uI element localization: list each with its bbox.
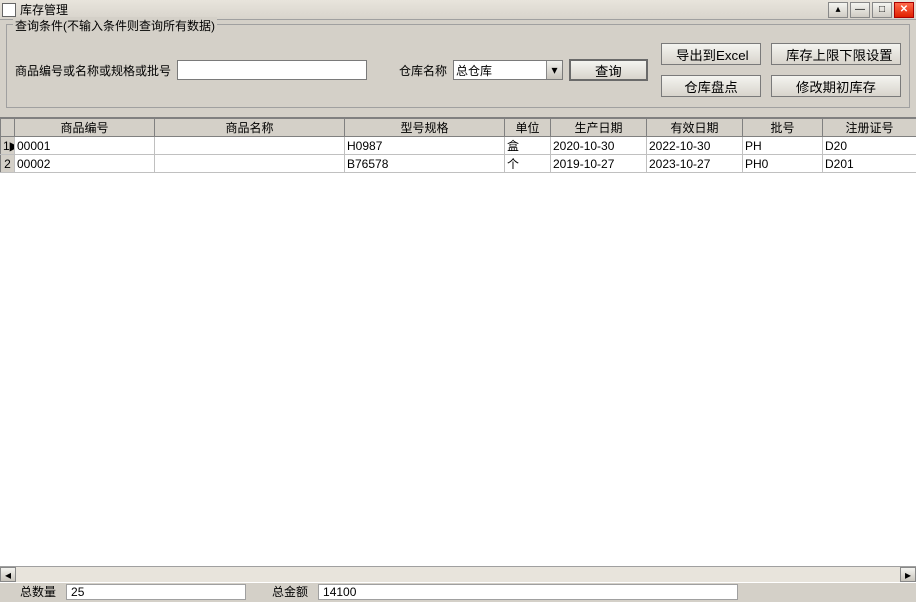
col-expire-date[interactable]: 有效日期 [647,119,743,137]
chevron-down-icon: ▾ [546,61,562,79]
data-grid[interactable]: 商品编号 商品名称 型号规格 单位 生产日期 有效日期 批号 注册证号 1▶00… [0,117,916,566]
window-icon [2,3,16,17]
scroll-track[interactable] [16,567,900,582]
table-row[interactable]: 1▶00001 H0987盒2020-10-302022-10-30PH D20 [1,137,916,155]
cell-edate[interactable]: 2023-10-27 [647,155,743,173]
cell-name[interactable] [155,155,345,173]
cell-reg[interactable]: D201 [823,155,916,173]
cell-unit[interactable]: 盒 [505,137,551,155]
table-header-row: 商品编号 商品名称 型号规格 单位 生产日期 有效日期 批号 注册证号 [1,119,916,137]
label-warehouse: 仓库名称 [399,62,447,79]
col-product-code[interactable]: 商品编号 [15,119,155,137]
table-row[interactable]: 200002 B76578个2019-10-272023-10-27PH0 D20… [1,155,916,173]
col-produce-date[interactable]: 生产日期 [551,119,647,137]
minimize-button[interactable]: — [850,2,870,18]
value-total-amount: 14100 [318,584,738,600]
status-bar: 总数量 25 总金额 14100 [0,582,916,600]
warehouse-combo[interactable]: 总仓库 ▾ [453,60,563,80]
warehouse-value: 总仓库 [456,62,492,79]
horizontal-scrollbar[interactable]: ◂ ▸ [0,566,916,582]
cell-pdate[interactable]: 2020-10-30 [551,137,647,155]
cell-unit[interactable]: 个 [505,155,551,173]
label-total-qty: 总数量 [0,583,66,600]
cell-spec[interactable]: H0987 [345,137,505,155]
stock-limits-button[interactable]: 库存上限下限设置 [771,43,901,65]
cell-pdate[interactable]: 2019-10-27 [551,155,647,173]
value-total-qty: 25 [66,584,246,600]
cell-code[interactable]: 00002 [15,155,155,173]
maximize-button[interactable]: □ [872,2,892,18]
search-input[interactable] [177,60,367,80]
filter-legend: 查询条件(不输入条件则查询所有数据) [13,17,217,34]
scroll-left-button[interactable]: ◂ [0,567,16,582]
col-spec[interactable]: 型号规格 [345,119,505,137]
label-total-amount: 总金额 [252,583,318,600]
col-batch[interactable]: 批号 [743,119,823,137]
cell-edate[interactable]: 2022-10-30 [647,137,743,155]
window-title: 库存管理 [20,1,826,18]
restore-up-button[interactable]: ▴ [828,2,848,18]
label-product-code: 商品编号或名称或规格或批号 [15,62,171,79]
cell-batch[interactable]: PH0 [743,155,823,173]
cell-batch[interactable]: PH [743,137,823,155]
cell-spec[interactable]: B76578 [345,155,505,173]
close-button[interactable]: ✕ [894,2,914,18]
export-excel-button[interactable]: 导出到Excel [661,43,761,65]
row-indicator: 2 [1,155,15,173]
row-header-corner [1,119,15,137]
query-button[interactable]: 查询 [569,59,648,81]
cell-code[interactable]: 00001 [15,137,155,155]
col-reg-no[interactable]: 注册证号 [823,119,916,137]
col-product-name[interactable]: 商品名称 [155,119,345,137]
scroll-right-button[interactable]: ▸ [900,567,916,582]
row-indicator: 1▶ [1,137,15,155]
modify-initial-stock-button[interactable]: 修改期初库存 [771,75,901,97]
cell-name[interactable] [155,137,345,155]
inventory-check-button[interactable]: 仓库盘点 [661,75,761,97]
cell-reg[interactable]: D20 [823,137,916,155]
filter-panel: 查询条件(不输入条件则查询所有数据) 商品编号或名称或规格或批号 仓库名称 总仓… [6,24,910,108]
col-unit[interactable]: 单位 [505,119,551,137]
